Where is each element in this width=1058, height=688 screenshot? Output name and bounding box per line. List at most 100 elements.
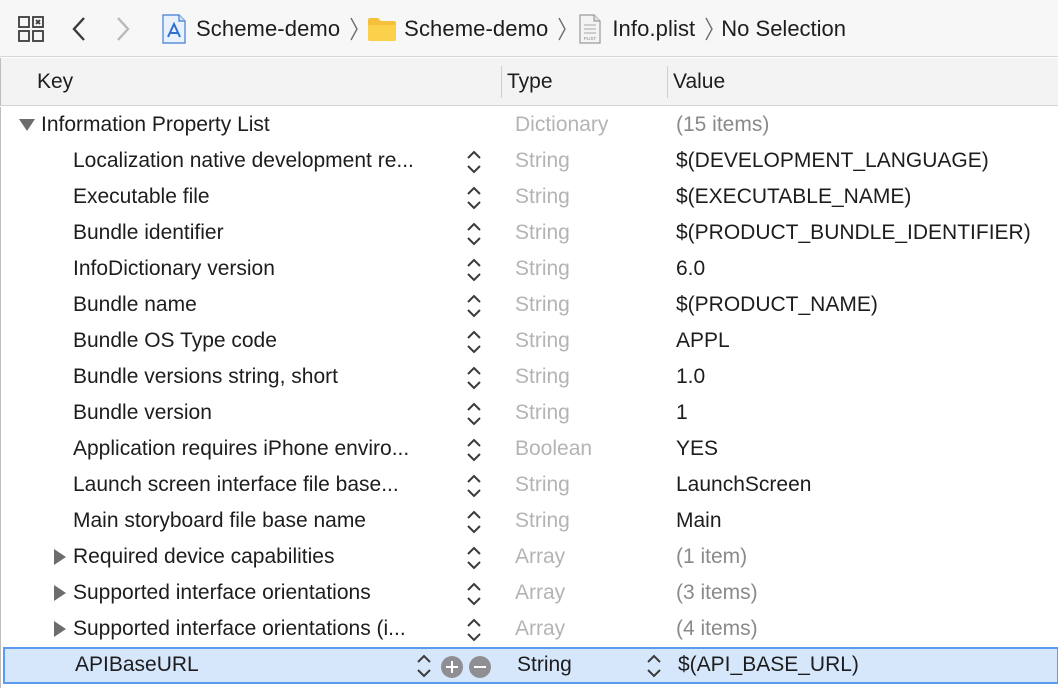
row-value[interactable]: APPL xyxy=(676,323,730,359)
column-divider[interactable] xyxy=(501,66,502,98)
column-header-type[interactable]: Type xyxy=(507,58,553,106)
row-key: Application requires iPhone enviro... xyxy=(73,437,410,460)
plist-file-icon: PLIST xyxy=(574,13,606,45)
table-row[interactable]: Bundle versions string, short String 1.0 xyxy=(1,359,1058,395)
stepper-icon[interactable] xyxy=(465,509,483,535)
table-row-selected[interactable]: APIBaseURL String $(API_BASE_URL) xyxy=(3,647,1058,684)
row-key: Bundle identifier xyxy=(73,221,224,244)
table-row[interactable]: Main storyboard file base name String Ma… xyxy=(1,503,1058,539)
stepper-icon[interactable] xyxy=(465,473,483,499)
related-items-button[interactable] xyxy=(12,0,50,57)
table-row[interactable]: Launch screen interface file base... Str… xyxy=(1,467,1058,503)
stepper-icon[interactable] xyxy=(465,545,483,571)
table-row[interactable]: Executable file String $(EXECUTABLE_NAME… xyxy=(1,179,1058,215)
stepper-icon[interactable] xyxy=(465,401,483,427)
disclosure-triangle-collapsed-icon[interactable] xyxy=(52,539,68,575)
row-value[interactable]: $(PRODUCT_NAME) xyxy=(676,287,878,323)
stepper-icon[interactable] xyxy=(465,437,483,463)
table-row[interactable]: Localization native development re... St… xyxy=(1,143,1058,179)
row-value[interactable]: LaunchScreen xyxy=(676,467,811,503)
row-value[interactable]: $(DEVELOPMENT_LANGUAGE) xyxy=(676,143,989,179)
stepper-icon[interactable] xyxy=(465,293,483,319)
breadcrumb-file[interactable]: PLIST Info.plist xyxy=(574,0,695,57)
column-divider[interactable] xyxy=(667,66,668,98)
row-value[interactable]: $(PRODUCT_BUNDLE_IDENTIFIER) xyxy=(676,215,1031,251)
row-type: String xyxy=(515,257,570,280)
breadcrumb-separator-icon xyxy=(344,0,364,57)
table-row[interactable]: Bundle OS Type code String APPL xyxy=(1,323,1058,359)
xcode-project-icon xyxy=(158,13,190,45)
back-button[interactable] xyxy=(62,0,96,57)
breadcrumb-no-selection[interactable]: No Selection xyxy=(721,0,846,57)
row-value[interactable]: YES xyxy=(676,431,718,467)
row-key: Bundle name xyxy=(73,293,197,316)
plist-table: Information Property List Dictionary (15… xyxy=(0,107,1058,688)
table-row[interactable]: Required device capabilities Array (1 it… xyxy=(1,539,1058,575)
disclosure-triangle-collapsed-icon[interactable] xyxy=(52,575,68,611)
row-type: Dictionary xyxy=(515,113,609,136)
column-header-key[interactable]: Key xyxy=(37,58,73,106)
row-value[interactable]: Main xyxy=(676,503,722,539)
type-popup-stepper-icon[interactable] xyxy=(645,653,663,679)
add-item-icon[interactable] xyxy=(441,656,463,678)
no-selection-label: No Selection xyxy=(721,15,847,41)
row-type: Boolean xyxy=(515,437,593,460)
column-header-value[interactable]: Value xyxy=(673,58,725,106)
row-value: (15 items) xyxy=(676,113,770,136)
stepper-icon[interactable] xyxy=(415,653,433,679)
row-type[interactable]: String xyxy=(517,647,572,683)
row-value[interactable]: 6.0 xyxy=(676,251,705,287)
forward-button[interactable] xyxy=(106,0,140,57)
related-items-icon xyxy=(18,15,44,42)
row-type: String xyxy=(515,365,570,388)
row-value[interactable]: $(API_BASE_URL) xyxy=(678,647,859,683)
row-key: Bundle OS Type code xyxy=(73,329,277,352)
row-type: String xyxy=(515,401,570,424)
row-value[interactable]: 1.0 xyxy=(676,359,705,395)
breadcrumb-project[interactable]: Scheme-demo xyxy=(158,0,340,57)
row-type: String xyxy=(515,149,570,172)
row-key: Required device capabilities xyxy=(73,545,335,568)
table-row[interactable]: Bundle name String $(PRODUCT_NAME) xyxy=(1,287,1058,323)
stepper-icon[interactable] xyxy=(465,257,483,283)
table-row[interactable]: Supported interface orientations (i... A… xyxy=(1,611,1058,647)
table-row[interactable]: Bundle version String 1 xyxy=(1,395,1058,431)
row-key: Supported interface orientations xyxy=(73,581,371,604)
row-value[interactable]: 1 xyxy=(676,395,688,431)
row-type: String xyxy=(515,509,570,532)
row-type: String xyxy=(515,473,570,496)
stepper-icon[interactable] xyxy=(465,329,483,355)
stepper-icon[interactable] xyxy=(465,617,483,643)
stepper-icon[interactable] xyxy=(465,149,483,175)
stepper-icon[interactable] xyxy=(465,581,483,607)
row-value: (4 items) xyxy=(676,617,758,640)
table-row[interactable]: Supported interface orientations Array (… xyxy=(1,575,1058,611)
row-key: InfoDictionary version xyxy=(73,257,275,280)
column-header: Key Type Value xyxy=(0,58,1058,106)
svg-text:PLIST: PLIST xyxy=(584,36,597,41)
row-type: Array xyxy=(515,545,566,568)
table-row[interactable]: InfoDictionary version String 6.0 xyxy=(1,251,1058,287)
row-key: Supported interface orientations (i... xyxy=(73,617,406,640)
stepper-icon[interactable] xyxy=(465,221,483,247)
row-value: (3 items) xyxy=(676,581,758,604)
row-value[interactable]: $(EXECUTABLE_NAME) xyxy=(676,179,911,215)
table-row[interactable]: Application requires iPhone enviro... Bo… xyxy=(1,431,1058,467)
row-key: Main storyboard file base name xyxy=(73,509,366,532)
add-remove-controls xyxy=(441,654,497,680)
table-row[interactable]: Information Property List Dictionary (15… xyxy=(1,107,1058,143)
row-key: Information Property List xyxy=(41,113,270,136)
remove-item-icon[interactable] xyxy=(469,656,491,678)
jump-bar: Scheme-demo Scheme-demo PLIST Info.plist… xyxy=(0,0,1058,57)
disclosure-triangle-expanded-icon[interactable] xyxy=(18,107,36,143)
row-value: (1 item) xyxy=(676,545,748,568)
breadcrumb-group[interactable]: Scheme-demo xyxy=(366,0,548,57)
breadcrumb-label: Info.plist xyxy=(612,15,696,41)
disclosure-triangle-collapsed-icon[interactable] xyxy=(52,611,68,647)
stepper-icon[interactable] xyxy=(465,185,483,211)
breadcrumb: Scheme-demo Scheme-demo PLIST Info.plist… xyxy=(158,0,846,57)
table-row[interactable]: Bundle identifier String $(PRODUCT_BUNDL… xyxy=(1,215,1058,251)
stepper-icon[interactable] xyxy=(465,365,483,391)
chevron-right-icon xyxy=(117,16,130,41)
row-key[interactable]: APIBaseURL xyxy=(75,647,199,683)
